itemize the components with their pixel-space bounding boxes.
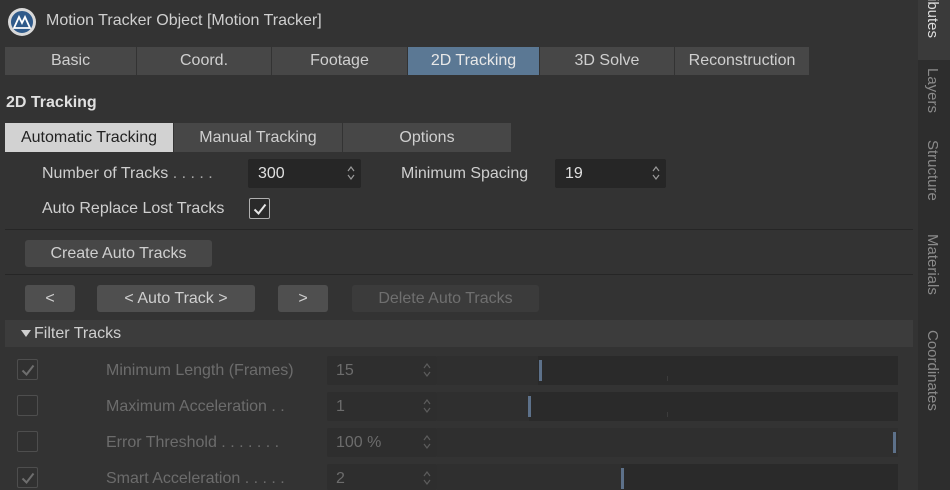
- title-bar: Motion Tracker Object [Motion Tracker]: [0, 0, 918, 44]
- smart-acceleration-field[interactable]: 2: [327, 464, 437, 490]
- maximum-acceleration-value: 1: [336, 398, 345, 415]
- slider-handle[interactable]: [621, 468, 624, 489]
- side-tab-structure-label: Structure: [924, 140, 941, 201]
- cinema4d-logo-icon: [8, 8, 36, 36]
- minimum-length-text: Minimum Length (Frames): [106, 362, 294, 379]
- maximum-acceleration-field[interactable]: 1: [327, 392, 437, 421]
- number-of-tracks-value: 300: [258, 165, 285, 182]
- tab-2d-tracking[interactable]: 2D Tracking: [408, 47, 540, 75]
- slider-fill: [437, 428, 898, 457]
- spinner-icon[interactable]: [422, 468, 432, 488]
- error-threshold-dots: . . . . . . .: [216, 434, 280, 451]
- minimum-length-checkbox[interactable]: [17, 359, 38, 380]
- delete-auto-tracks-button[interactable]: Delete Auto Tracks: [352, 285, 539, 312]
- divider: [5, 274, 913, 275]
- auto-replace-checkbox[interactable]: [249, 198, 270, 219]
- spinner-icon[interactable]: [422, 396, 432, 416]
- smart-acceleration-label: Smart Acceleration . . . . .: [106, 470, 285, 488]
- minimum-spacing-label: Minimum Spacing: [401, 165, 529, 182]
- auto-replace-label: Auto Replace Lost Tracks: [42, 200, 225, 217]
- slider-fill: [437, 464, 622, 490]
- auto-track-button[interactable]: < Auto Track >: [97, 285, 255, 312]
- minimum-spacing-field[interactable]: 19: [555, 159, 666, 188]
- side-tab-attributes[interactable]: ibutes: [918, 0, 950, 60]
- maximum-acceleration-checkbox[interactable]: [17, 395, 38, 416]
- filter-tracks-label: Filter Tracks: [34, 325, 122, 342]
- tab-footage[interactable]: Footage: [272, 47, 408, 75]
- error-threshold-value: 100 %: [336, 434, 382, 451]
- sub-tabs: Automatic Tracking Manual Tracking Optio…: [5, 123, 512, 152]
- smart-acceleration-checkbox[interactable]: [17, 467, 38, 488]
- error-threshold-checkbox[interactable]: [17, 431, 38, 452]
- slider-handle[interactable]: [539, 360, 542, 381]
- checkmark-icon: [21, 472, 35, 485]
- number-of-tracks-text: Number of Tracks: [42, 165, 169, 182]
- spinner-icon[interactable]: [346, 163, 356, 183]
- side-tab-coordinates-label: Coordinates: [924, 330, 941, 411]
- section-title: 2D Tracking: [6, 94, 97, 111]
- maximum-acceleration-label: Maximum Acceleration . .: [106, 398, 285, 416]
- divider: [5, 229, 913, 230]
- maximum-acceleration-dots: . .: [266, 398, 285, 415]
- side-tab-materials[interactable]: Materials: [918, 222, 950, 320]
- smart-acceleration-slider[interactable]: [437, 464, 898, 490]
- side-panel: ibutes Layers Structure Materials Coordi…: [918, 0, 950, 490]
- smart-acceleration-dots: . . . . .: [240, 470, 285, 487]
- error-threshold-slider[interactable]: [437, 428, 898, 457]
- slider-tick: [667, 376, 668, 381]
- error-threshold-field[interactable]: 100 %: [327, 428, 437, 457]
- side-tab-layers[interactable]: Layers: [918, 62, 950, 128]
- subtab-automatic-tracking[interactable]: Automatic Tracking: [5, 123, 174, 152]
- number-of-tracks-label: Number of Tracks . . . . .: [42, 165, 213, 183]
- track-forward-button[interactable]: >: [278, 285, 328, 312]
- tab-basic[interactable]: Basic: [5, 47, 137, 75]
- subtab-options[interactable]: Options: [343, 123, 512, 152]
- minimum-length-value: 15: [336, 362, 354, 379]
- filter-tracks-header[interactable]: Filter Tracks: [5, 320, 913, 347]
- error-threshold-label: Error Threshold . . . . . . .: [106, 434, 279, 452]
- smart-acceleration-value: 2: [336, 470, 345, 487]
- tab-3d-solve[interactable]: 3D Solve: [540, 47, 675, 75]
- slider-handle[interactable]: [528, 396, 531, 417]
- smart-acceleration-text: Smart Acceleration: [106, 470, 241, 487]
- slider-fill: [437, 356, 539, 385]
- number-of-tracks-field[interactable]: 300: [248, 159, 361, 188]
- window-title: Motion Tracker Object [Motion Tracker]: [46, 12, 322, 29]
- minimum-length-label: Minimum Length (Frames): [106, 362, 294, 380]
- side-tab-layers-label: Layers: [924, 68, 941, 114]
- slider-tick: [667, 412, 668, 417]
- minimum-spacing-value: 19: [565, 165, 583, 182]
- checkmark-icon: [21, 364, 35, 377]
- main-tabs: Basic Coord. Footage 2D Tracking 3D Solv…: [5, 47, 810, 75]
- error-threshold-text: Error Threshold: [106, 434, 217, 451]
- slider-fill: [437, 392, 530, 421]
- side-tab-structure[interactable]: Structure: [918, 130, 950, 220]
- subtab-manual-tracking[interactable]: Manual Tracking: [174, 123, 343, 152]
- number-of-tracks-dots: . . . . .: [168, 165, 213, 182]
- checkmark-icon: [253, 203, 267, 216]
- maximum-acceleration-text: Maximum Acceleration: [106, 398, 267, 415]
- side-tab-materials-label: Materials: [924, 234, 941, 295]
- spinner-icon[interactable]: [422, 360, 432, 380]
- caret-down-icon: [21, 330, 31, 337]
- create-auto-tracks-button[interactable]: Create Auto Tracks: [25, 240, 212, 267]
- side-tab-attributes-label: ibutes: [924, 0, 941, 39]
- tab-coord[interactable]: Coord.: [137, 47, 272, 75]
- maximum-acceleration-slider[interactable]: [437, 392, 898, 421]
- minimum-length-slider[interactable]: [437, 356, 898, 385]
- spinner-icon[interactable]: [651, 163, 661, 183]
- spinner-icon[interactable]: [422, 432, 432, 452]
- side-tab-coordinates[interactable]: Coordinates: [918, 322, 950, 434]
- track-backward-button[interactable]: <: [25, 285, 75, 312]
- slider-handle[interactable]: [893, 432, 896, 453]
- minimum-length-field[interactable]: 15: [327, 356, 437, 385]
- tab-reconstruction[interactable]: Reconstruction: [675, 47, 810, 75]
